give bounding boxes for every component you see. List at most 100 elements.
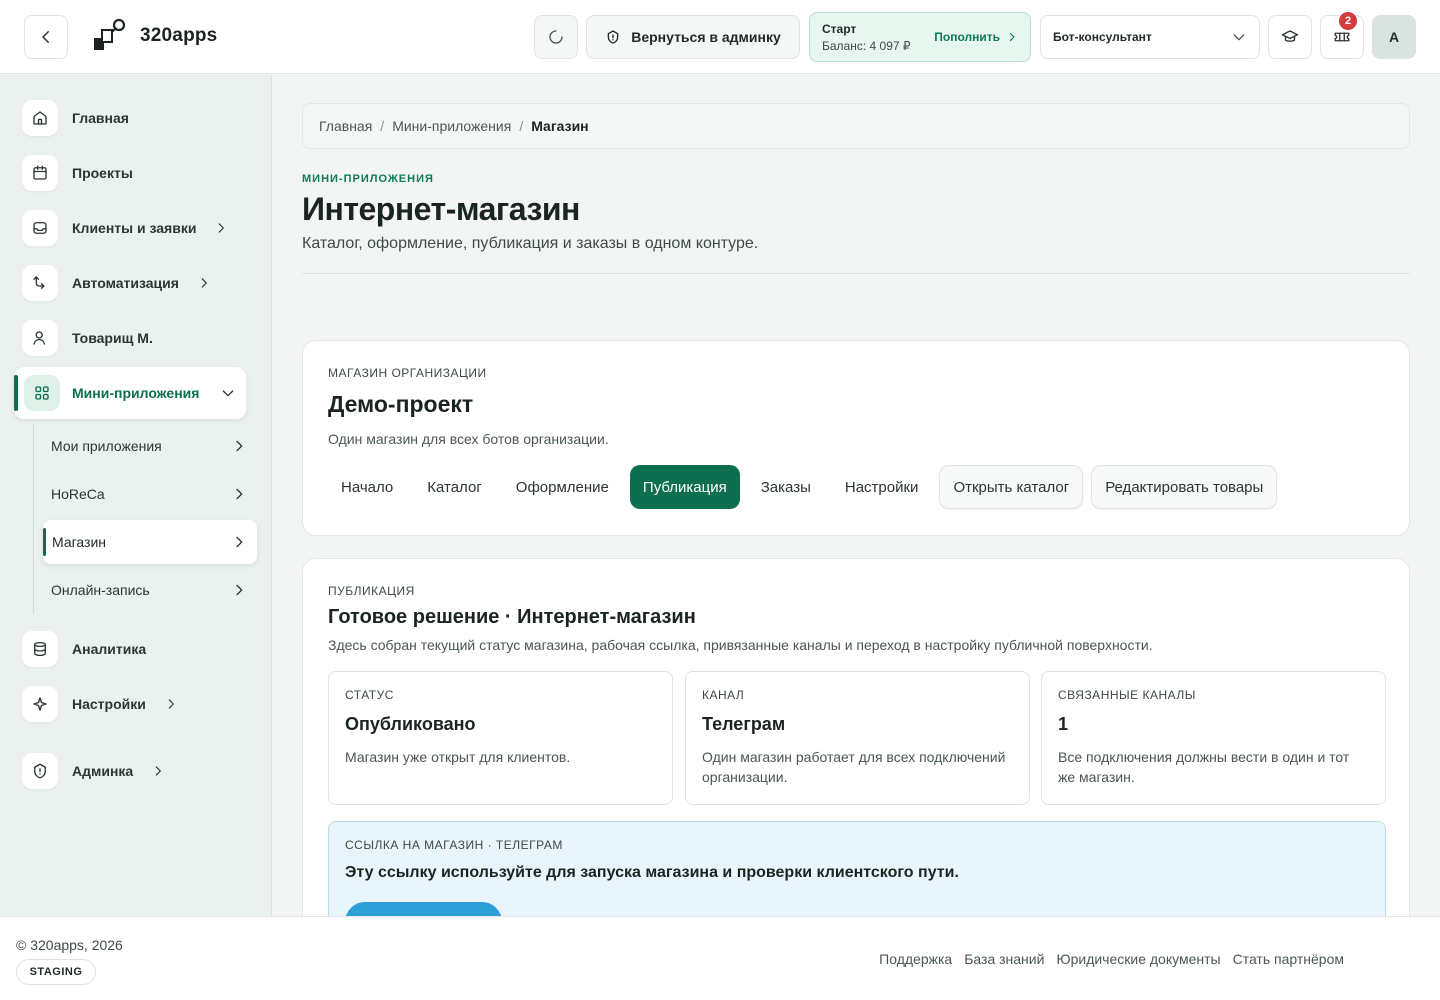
- chevron-right-icon: [214, 221, 228, 235]
- page-title: Интернет-магазин: [302, 191, 580, 227]
- tab-orders[interactable]: Заказы: [748, 465, 824, 509]
- top-header: 320apps Вернуться в админку Старт Баланс…: [0, 0, 1440, 74]
- chevron-right-icon: [231, 534, 247, 550]
- user-icon: [31, 329, 49, 347]
- submenu-item-my-apps[interactable]: Мои приложения: [51, 434, 247, 458]
- store-title: Демо-проект: [328, 391, 474, 417]
- bot-selector[interactable]: Бот-консультант: [1040, 15, 1260, 59]
- tab-start[interactable]: Начало: [328, 465, 406, 509]
- edit-products-button[interactable]: Редактировать товары: [1091, 465, 1278, 509]
- refresh-button[interactable]: [534, 15, 578, 59]
- topup-button[interactable]: Пополнить: [934, 30, 1018, 44]
- tab-design[interactable]: Оформление: [503, 465, 622, 509]
- page-subtitle: Каталог, оформление, публикация и заказы…: [302, 235, 759, 252]
- ticket-icon: [1333, 28, 1351, 46]
- apps-icon: [33, 384, 51, 402]
- publication-eyebrow: ПУБЛИКАЦИЯ: [328, 584, 415, 598]
- stat-description: Один магазин работает для всех подключен…: [702, 749, 1006, 785]
- topup-label: Пополнить: [934, 30, 1000, 44]
- sidebar-item-admin[interactable]: Админка: [22, 753, 165, 789]
- shield-alert-icon: [605, 29, 621, 45]
- back-button[interactable]: [24, 15, 68, 59]
- sidebar-item-mini-apps[interactable]: Мини-приложения: [14, 367, 246, 419]
- submenu-line: [33, 424, 34, 614]
- sidebar-item-label: Автоматизация: [72, 275, 179, 291]
- footer-links: Поддержка База знаний Юридические докуме…: [879, 951, 1344, 967]
- database-icon: [31, 640, 49, 658]
- sidebar-item-automation[interactable]: Автоматизация: [22, 265, 211, 301]
- back-to-admin-button[interactable]: Вернуться в админку: [586, 15, 800, 59]
- chevron-right-icon: [197, 276, 211, 290]
- sidebar-item-label: Главная: [72, 110, 129, 126]
- page-eyebrow: МИНИ-ПРИЛОЖЕНИЯ: [302, 173, 434, 185]
- balance-amount: Баланс: 4 097 ₽: [822, 38, 911, 53]
- tab-catalog[interactable]: Каталог: [414, 465, 495, 509]
- sidebar-item-label: Мини-приложения: [72, 385, 200, 401]
- sidebar-item-label: Клиенты и заявки: [72, 220, 197, 236]
- submenu-item-label: Мои приложения: [51, 438, 162, 454]
- store-subtitle: Один магазин для всех ботов организации.: [328, 431, 609, 447]
- chevron-right-icon: [151, 764, 165, 778]
- submenu-item-shop[interactable]: Магазин: [43, 520, 257, 564]
- sidebar-item-clients[interactable]: Клиенты и заявки: [22, 210, 228, 246]
- back-to-admin-label: Вернуться в админку: [631, 29, 781, 45]
- notification-badge: 2: [1339, 12, 1357, 30]
- store-link-box: ССЫЛКА НА МАГАЗИН · ТЕЛЕГРАМ Эту ссылку …: [328, 821, 1386, 916]
- stat-label: СВЯЗАННЫЕ КАНАЛЫ: [1058, 688, 1196, 702]
- sidebar-item-user[interactable]: Товарищ М.: [22, 320, 153, 356]
- open-catalog-button[interactable]: Открыть каталог: [939, 465, 1084, 509]
- tickets-button[interactable]: 2: [1320, 12, 1364, 59]
- stat-label: КАНАЛ: [702, 688, 745, 702]
- graduation-cap-icon: [1281, 28, 1299, 46]
- sidebar-item-projects[interactable]: Проекты: [22, 155, 133, 191]
- stat-channel: КАНАЛ Телеграм Один магазин работает для…: [685, 671, 1030, 805]
- chevron-right-icon: [231, 486, 247, 502]
- tab-settings[interactable]: Настройки: [832, 465, 932, 509]
- submenu-item-horeca[interactable]: HoReCa: [51, 482, 247, 506]
- sidebar-item-analytics[interactable]: Аналитика: [22, 631, 146, 667]
- chevron-left-icon: [37, 28, 55, 46]
- breadcrumb: Главная / Мини-приложения / Магазин: [302, 103, 1410, 149]
- submenu-item-booking[interactable]: Онлайн-запись: [51, 578, 247, 602]
- inbox-icon: [31, 219, 49, 237]
- divider: [302, 273, 1410, 274]
- home-icon: [31, 109, 49, 127]
- breadcrumb-separator: /: [519, 118, 524, 134]
- stat-description: Магазин уже открыт для клиентов.: [345, 749, 571, 765]
- store-link-text: Эту ссылку используйте для запуска магаз…: [345, 864, 959, 881]
- sidebar-item-label: Настройки: [72, 696, 146, 712]
- breadcrumb-home[interactable]: Главная: [319, 118, 372, 134]
- bot-selector-value: Бот-консультант: [1053, 30, 1152, 44]
- tab-publication[interactable]: Публикация: [629, 465, 740, 509]
- footer-link-knowledge-base[interactable]: База знаний: [964, 951, 1044, 967]
- sidebar: Главная Проекты Клиенты и заявки Автомат…: [0, 75, 272, 916]
- footer-link-partner[interactable]: Стать партнёром: [1233, 951, 1344, 967]
- store-link-button[interactable]: [345, 902, 502, 916]
- sidebar-item-label: Товарищ М.: [72, 330, 153, 346]
- store-link-eyebrow: ССЫЛКА НА МАГАЗИН · ТЕЛЕГРАМ: [345, 838, 563, 852]
- publication-subtitle: Здесь собран текущий статус магазина, ра…: [328, 637, 1153, 653]
- stat-linked-channels: СВЯЗАННЫЕ КАНАЛЫ 1 Все подключения должн…: [1041, 671, 1386, 805]
- footer-link-support[interactable]: Поддержка: [879, 951, 952, 967]
- stat-value: Телеграм: [702, 714, 786, 734]
- learning-button[interactable]: [1268, 15, 1312, 59]
- footer: © 320apps, 2026 STAGING Поддержка База з…: [0, 916, 1440, 1000]
- app-logo[interactable]: 320apps: [92, 18, 217, 54]
- sidebar-item-label: Аналитика: [72, 641, 147, 657]
- sidebar-item-home[interactable]: Главная: [22, 100, 129, 136]
- breadcrumb-section[interactable]: Мини-приложения: [392, 118, 511, 134]
- user-avatar[interactable]: A: [1372, 15, 1416, 59]
- stat-status: СТАТУС Опубликовано Магазин уже открыт д…: [328, 671, 673, 805]
- logo-icon: [92, 18, 128, 54]
- stat-label: СТАТУС: [345, 688, 394, 702]
- footer-link-legal[interactable]: Юридические документы: [1056, 951, 1220, 967]
- sidebar-item-settings[interactable]: Настройки: [22, 686, 178, 722]
- store-eyebrow: МАГАЗИН ОРГАНИЗАЦИИ: [328, 366, 487, 380]
- submenu-item-label: Онлайн-запись: [51, 582, 150, 598]
- stat-value: 1: [1058, 714, 1069, 734]
- breadcrumb-current: Магазин: [531, 118, 589, 134]
- sidebar-item-label: Админка: [72, 763, 134, 779]
- publication-title: Готовое решение · Интернет-магазин: [328, 606, 696, 628]
- submenu-item-label: HoReCa: [51, 486, 105, 502]
- sparkle-icon: [31, 695, 49, 713]
